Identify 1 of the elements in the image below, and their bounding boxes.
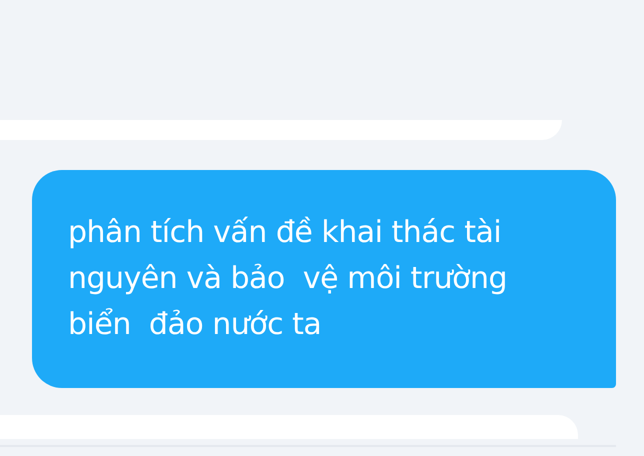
- message-text: phân tích vấn đề khai thác tài nguyên và bảo vệ môi trường biển đảo nước ta: [68, 214, 508, 344]
